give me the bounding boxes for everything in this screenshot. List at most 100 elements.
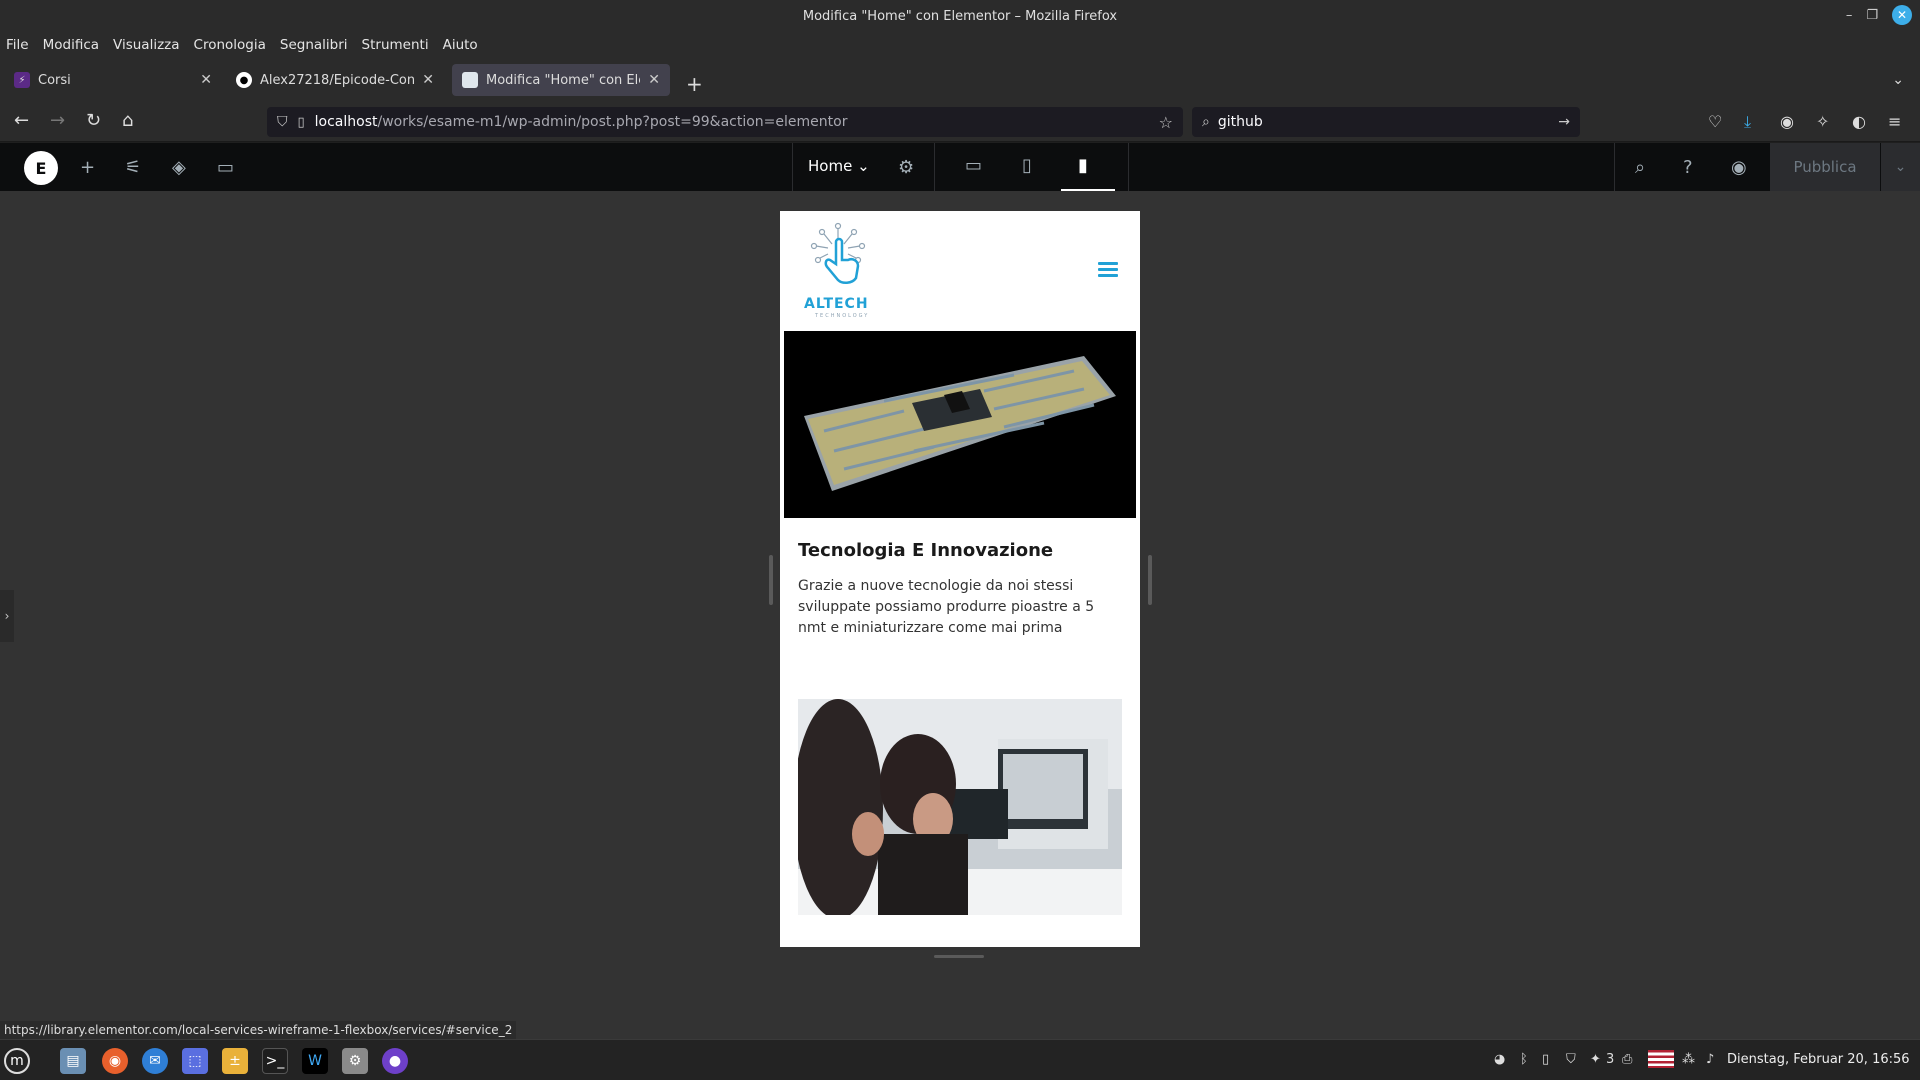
- tab-github[interactable]: ● Alex27218/Epicode-Conseg ✕: [226, 64, 444, 96]
- menu-modifica[interactable]: Modifica: [43, 37, 99, 53]
- altech-logo-text: ALTECH: [804, 296, 869, 312]
- status-link-preview: https://library.elementor.com/local-serv…: [0, 1021, 517, 1039]
- tab-label: Corsi: [38, 72, 71, 88]
- clipboard-tray-icon[interactable]: ▯: [1542, 1052, 1549, 1067]
- document-selector[interactable]: Home ⌄: [808, 157, 870, 175]
- url-path: /works/esame-m1/wp-admin/post.php?post=9…: [377, 114, 848, 130]
- menu-aiuto[interactable]: Aiuto: [443, 37, 478, 53]
- divider: [1614, 143, 1615, 191]
- clock[interactable]: Dienstag, Februar 20, 16:56: [1727, 1052, 1910, 1067]
- hamburger-menu-icon[interactable]: [1098, 262, 1118, 278]
- search-icon: ⌕: [1202, 114, 1210, 130]
- elementor-top-bar: E + ⚟ ◈ ▭ Home ⌄ ⚙ ▭ ▯ ▮ ⌕ ? ◉ Pubblica …: [0, 143, 1920, 191]
- tablet-view-icon[interactable]: ▯: [1022, 155, 1032, 176]
- site-favicon-icon: ⚡: [14, 72, 30, 88]
- mobile-view-icon[interactable]: ▮: [1078, 155, 1088, 176]
- page-settings-icon[interactable]: ⚙: [898, 157, 914, 178]
- panel-toggle-chevron-icon[interactable]: ›: [0, 590, 14, 642]
- menu-visualizza[interactable]: Visualizza: [113, 37, 180, 53]
- logo-subtext: TECHNOLOGY: [815, 313, 870, 319]
- elementor-logo-icon[interactable]: E: [24, 151, 58, 185]
- printer-tray-icon[interactable]: ⎙: [1622, 1052, 1632, 1067]
- profile-icon[interactable]: ◐: [1852, 112, 1866, 131]
- menu-segnalibri[interactable]: Segnalibri: [280, 37, 348, 53]
- bluetooth-tray-icon[interactable]: ᛒ: [1520, 1052, 1528, 1067]
- resize-handle-right[interactable]: [1148, 555, 1152, 605]
- publish-button[interactable]: Pubblica: [1770, 143, 1880, 191]
- url-bar[interactable]: ⛉ ▯ localhost/works/esame-m1/wp-admin/po…: [267, 107, 1183, 137]
- page-favicon-icon: [462, 72, 478, 88]
- menu-cronologia[interactable]: Cronologia: [194, 37, 266, 53]
- help-icon[interactable]: ?: [1683, 157, 1693, 178]
- account-icon[interactable]: ◉: [1780, 112, 1794, 131]
- resize-handle-bottom[interactable]: [934, 955, 984, 958]
- keyboard-layout-flag-icon[interactable]: [1648, 1050, 1674, 1068]
- site-settings-icon[interactable]: ⚟: [125, 157, 141, 178]
- tab-label: Modifica "Home" con Eleme: [486, 72, 640, 88]
- settings-icon[interactable]: ⚙: [342, 1048, 368, 1074]
- card-title: Tecnologia E Innovazione: [798, 540, 1054, 561]
- publish-options-chevron-icon[interactable]: ⌄: [1880, 143, 1920, 191]
- menu-strumenti[interactable]: Strumenti: [362, 37, 429, 53]
- new-tab-icon[interactable]: +: [686, 72, 703, 96]
- update-tray-icon[interactable]: ✦: [1590, 1052, 1601, 1067]
- finder-search-icon[interactable]: ⌕: [1635, 157, 1645, 178]
- file-manager-icon[interactable]: ▤: [60, 1048, 86, 1074]
- webstorm-icon[interactable]: W: [302, 1048, 328, 1074]
- shield-tray-icon[interactable]: ⛉: [1566, 1052, 1576, 1067]
- forward-icon[interactable]: →: [50, 110, 65, 131]
- search-bar[interactable]: ⌕ github →: [1192, 107, 1580, 137]
- list-all-tabs-icon[interactable]: ⌄: [1892, 72, 1904, 88]
- close-tab-icon[interactable]: ✕: [648, 72, 660, 88]
- back-icon[interactable]: ←: [14, 110, 29, 131]
- downloads-icon[interactable]: ⤓: [1744, 112, 1751, 132]
- shield-icon[interactable]: ⛉: [277, 114, 288, 130]
- preview-eye-icon[interactable]: ◉: [1731, 157, 1747, 178]
- github-icon: ●: [236, 72, 252, 88]
- volume-tray-icon[interactable]: ♪: [1706, 1052, 1714, 1067]
- github-desktop-icon[interactable]: ●: [382, 1048, 408, 1074]
- terminal-icon[interactable]: >_: [262, 1048, 288, 1074]
- chip-image: [784, 331, 1136, 518]
- close-window-icon[interactable]: ✕: [1892, 5, 1912, 25]
- go-arrow-icon[interactable]: →: [1558, 114, 1570, 130]
- page-info-icon[interactable]: ▯: [298, 115, 305, 130]
- search-value: github: [1217, 114, 1263, 130]
- mint-menu-icon[interactable]: m: [4, 1048, 30, 1074]
- divider: [934, 143, 935, 191]
- minimize-icon[interactable]: –: [1846, 8, 1853, 23]
- structure-layers-icon[interactable]: ◈: [172, 157, 186, 178]
- tab-corsi[interactable]: ⚡ Corsi ✕: [4, 64, 222, 96]
- navigation-bar: ← → ↻ ⌂ ⛉ ▯ localhost/works/esame-m1/wp-…: [0, 102, 1920, 142]
- window-titlebar: Modifica "Home" con Elementor – Mozilla …: [0, 0, 1920, 32]
- screenshot-icon[interactable]: ⬚: [182, 1048, 208, 1074]
- resize-handle-left[interactable]: [769, 555, 773, 605]
- team-working-image: [798, 699, 1122, 915]
- tab-bar: ⚡ Corsi ✕ ● Alex27218/Epicode-Conseg ✕ M…: [0, 58, 1920, 102]
- reload-icon[interactable]: ↻: [86, 110, 101, 131]
- bookmark-star-icon[interactable]: ☆: [1159, 113, 1173, 132]
- comments-icon[interactable]: ▭: [217, 157, 234, 178]
- menu-bar: File Modifica Visualizza Cronologia Segn…: [0, 32, 1920, 58]
- tab-elementor[interactable]: Modifica "Home" con Eleme ✕: [452, 64, 670, 96]
- home-icon[interactable]: ⌂: [122, 110, 133, 131]
- window-controls: – ❐ ✕: [1846, 5, 1912, 25]
- menu-file[interactable]: File: [6, 37, 29, 53]
- tab-label: Alex27218/Epicode-Conseg: [260, 72, 415, 88]
- card-text: Grazie a nuove tecnologie da noi stessi …: [798, 578, 1095, 636]
- close-tab-icon[interactable]: ✕: [200, 72, 212, 88]
- firefox-icon[interactable]: ◉: [102, 1048, 128, 1074]
- thunderbird-icon[interactable]: ✉: [142, 1048, 168, 1074]
- close-tab-icon[interactable]: ✕: [422, 72, 434, 88]
- discord-tray-icon[interactable]: ◕: [1494, 1052, 1505, 1067]
- app-menu-icon[interactable]: ≡: [1888, 112, 1901, 131]
- add-element-icon[interactable]: +: [80, 157, 95, 178]
- network-tray-icon[interactable]: ⁂: [1682, 1052, 1695, 1067]
- pocket-icon[interactable]: ♡: [1708, 112, 1722, 131]
- restore-icon[interactable]: ❐: [1866, 8, 1878, 23]
- extensions-icon[interactable]: ✧: [1816, 112, 1829, 131]
- desktop-view-icon[interactable]: ▭: [965, 155, 982, 176]
- window-title: Modifica "Home" con Elementor – Mozilla …: [802, 8, 1118, 24]
- altech-logo-icon: [810, 222, 866, 284]
- calculator-icon[interactable]: ±: [222, 1048, 248, 1074]
